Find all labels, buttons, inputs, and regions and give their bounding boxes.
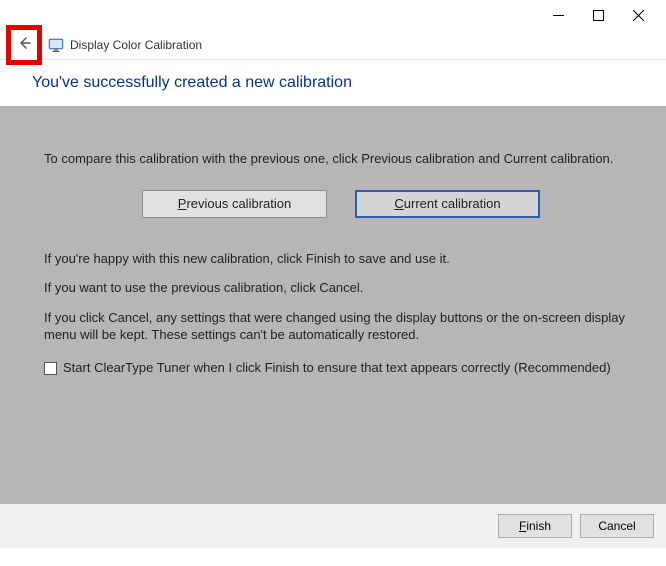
current-calibration-button[interactable]: Current calibration xyxy=(355,190,540,218)
cleartype-checkbox[interactable] xyxy=(44,362,57,375)
button-label: revious calibration xyxy=(186,196,291,211)
intro-text: To compare this calibration with the pre… xyxy=(44,150,638,168)
button-label: inish xyxy=(526,519,551,533)
window-controls xyxy=(0,0,666,30)
titlebar: Display Color Calibration xyxy=(0,30,666,60)
window-title: Display Color Calibration xyxy=(70,38,202,52)
back-highlight-box xyxy=(6,25,42,65)
page-title: You've successfully created a new calibr… xyxy=(32,74,666,92)
previous-calibration-button[interactable]: Previous calibration xyxy=(142,190,327,218)
cleartype-label: Start ClearType Tuner when I click Finis… xyxy=(63,360,611,375)
finish-button[interactable]: Finish xyxy=(498,514,572,538)
cleartype-checkbox-row[interactable]: Start ClearType Tuner when I click Finis… xyxy=(44,360,638,375)
button-label: Cancel xyxy=(598,519,635,533)
maximize-button[interactable] xyxy=(578,1,618,29)
mnemonic: C xyxy=(394,196,403,211)
happy-text: If you're happy with this new calibratio… xyxy=(44,250,638,268)
button-label: urrent calibration xyxy=(404,196,501,211)
cancel-note-text: If you click Cancel, any settings that w… xyxy=(44,309,638,344)
heading-row: You've successfully created a new calibr… xyxy=(0,60,666,106)
use-previous-text: If you want to use the previous calibrat… xyxy=(44,279,638,297)
content-panel: To compare this calibration with the pre… xyxy=(0,106,666,504)
footer: Finish Cancel xyxy=(0,504,666,548)
back-button[interactable] xyxy=(16,35,32,54)
mnemonic: S xyxy=(63,360,72,375)
close-button[interactable] xyxy=(618,1,658,29)
minimize-button[interactable] xyxy=(538,1,578,29)
arrow-left-icon xyxy=(16,35,32,51)
cancel-button[interactable]: Cancel xyxy=(580,514,654,538)
calibration-buttons: Previous calibration Current calibration xyxy=(44,190,638,218)
app-icon xyxy=(48,37,64,53)
checkbox-text: tart ClearType Tuner when I click Finish… xyxy=(72,360,611,375)
